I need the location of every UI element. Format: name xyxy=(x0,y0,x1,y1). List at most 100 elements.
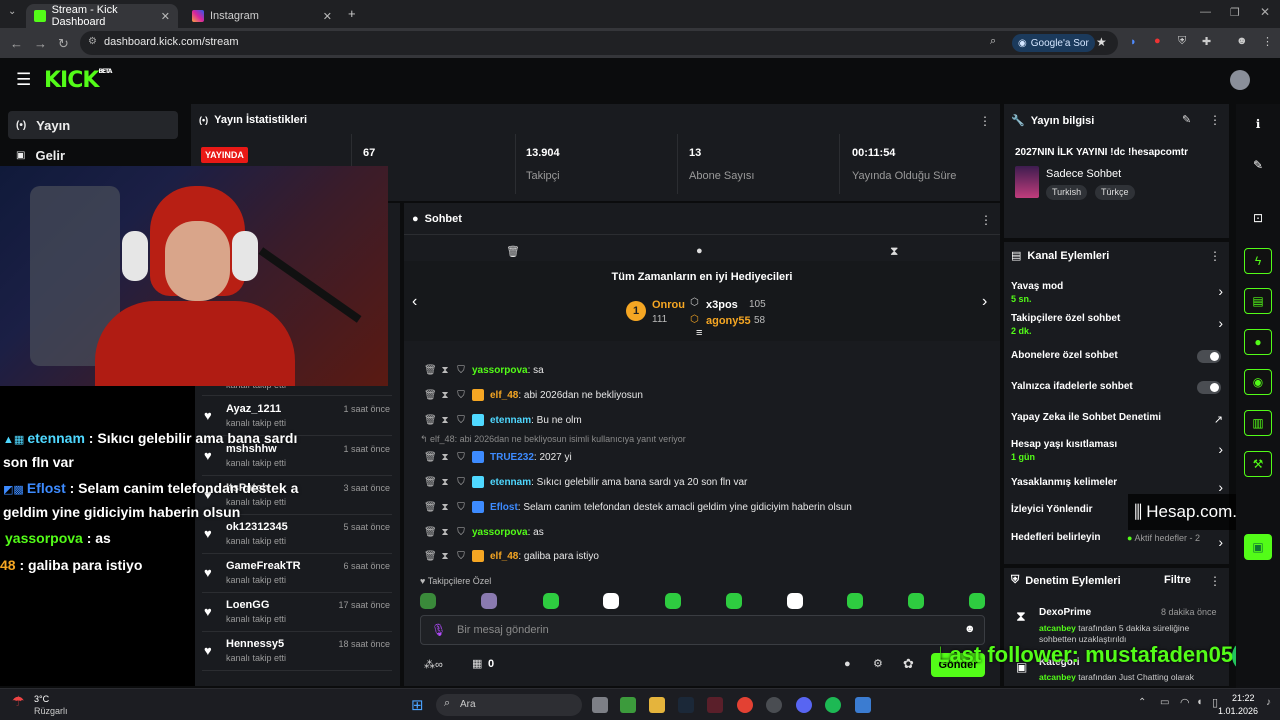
spotify-icon[interactable] xyxy=(825,697,841,713)
address-bar[interactable]: ⚙ dashboard.kick.com/stream ⌕ ◉ Google'a… xyxy=(80,31,1118,55)
mod-target-user[interactable]: DexoPrime xyxy=(1039,607,1091,618)
forward-icon[interactable]: → xyxy=(34,36,47,51)
chat-bubble-icon[interactable]: ● xyxy=(844,658,851,670)
ban-shield-icon[interactable]: ⛉ xyxy=(456,527,466,538)
points-icon[interactable]: ⁂∞ xyxy=(424,658,443,671)
hourglass-icon[interactable]: ⧗ xyxy=(890,244,898,259)
gifter-name[interactable]: x3pos xyxy=(706,299,738,311)
document-icon[interactable]: ▤ xyxy=(1244,288,1272,314)
bookmark-star-icon[interactable]: ★ xyxy=(1096,35,1107,49)
notification-bell-icon[interactable]: ♪ xyxy=(1266,697,1271,708)
chat-username[interactable]: TRUE232 xyxy=(490,452,534,463)
emote-icon[interactable] xyxy=(908,593,924,609)
gift-icon[interactable]: ▦ xyxy=(472,657,482,670)
chrome-icon[interactable] xyxy=(737,697,753,713)
site-info-icon[interactable]: ⚙ xyxy=(88,36,97,47)
emote-icon[interactable] xyxy=(787,593,803,609)
ban-shield-icon[interactable]: ⛉ xyxy=(456,502,466,513)
gifter-name[interactable]: Onrou xyxy=(652,299,685,311)
shield-icon[interactable]: ⛨ xyxy=(1178,35,1186,48)
microphone-icon[interactable]: 🎙 xyxy=(431,623,446,637)
more-options-icon[interactable]: ⋮ xyxy=(980,213,992,227)
banned-words-row[interactable]: Yasaklanmış kelimeler › xyxy=(1011,477,1223,495)
close-icon[interactable]: ✕ xyxy=(323,10,332,23)
tab-search-icon[interactable]: ⌄ xyxy=(8,6,16,17)
file-explorer-icon[interactable] xyxy=(649,697,665,713)
account-age-row[interactable]: Hesap yaşı kısıtlaması 1 gün › xyxy=(1011,439,1223,462)
emote-icon[interactable] xyxy=(969,593,985,609)
window-close-icon[interactable]: ✕ xyxy=(1260,5,1270,19)
follower-item[interactable]: ♥ GameFreakTR kanalı takip etti 6 saat önce xyxy=(200,557,392,593)
tab-instagram[interactable]: Instagram ✕ xyxy=(184,4,340,28)
lightning-icon[interactable]: ϟ xyxy=(1244,248,1272,274)
category-thumbnail[interactable] xyxy=(1015,166,1039,198)
category-name[interactable]: Sadece Sohbet xyxy=(1046,168,1121,180)
delete-message-icon[interactable]: 🗑 xyxy=(424,551,437,562)
chat-bubble-icon[interactable]: ● xyxy=(696,245,703,257)
youtube-extension-icon[interactable]: ● xyxy=(1154,35,1161,47)
taskbar-search[interactable]: ⌕ Ara xyxy=(436,694,582,716)
chevron-left-icon[interactable]: ‹ xyxy=(412,293,417,311)
broadcast-icon[interactable]: ◉ xyxy=(1244,369,1272,395)
goals-row[interactable]: Hedefleri belirleyin ● Aktif hedefler - … xyxy=(1011,532,1223,550)
steam-icon[interactable] xyxy=(678,697,694,713)
ai-moderation-row[interactable]: Yapay Zeka ile Sohbet Denetimi ↗ xyxy=(1011,412,1223,426)
gifter-name[interactable]: agony55 xyxy=(706,315,751,327)
tray-chevron-icon[interactable]: ⌃ xyxy=(1138,697,1146,708)
chat-username[interactable]: elf_48 xyxy=(490,551,518,562)
zoom-icon[interactable]: ⌕ xyxy=(990,35,996,48)
chat-username[interactable]: yassorpova xyxy=(472,365,528,376)
ban-shield-icon[interactable]: ⛉ xyxy=(456,390,466,401)
emote-icon[interactable] xyxy=(481,593,497,609)
emote-icon[interactable] xyxy=(603,593,619,609)
minimize-icon[interactable]: — xyxy=(1200,6,1211,18)
timeout-hourglass-icon[interactable]: ⧗ xyxy=(440,551,450,562)
ban-shield-icon[interactable]: ⛉ xyxy=(456,365,466,376)
chat-username[interactable]: Eflost xyxy=(490,502,518,513)
sidebar-item-gelir[interactable]: ▣ Gelir xyxy=(8,141,178,169)
timeout-hourglass-icon[interactable]: ⧗ xyxy=(440,452,450,463)
profile-icon[interactable]: ☻ xyxy=(1236,35,1248,47)
emote-icon[interactable] xyxy=(420,593,436,609)
chat-input[interactable]: 🎙 Bir mesaj gönderin ☻ xyxy=(420,615,985,645)
reload-icon[interactable]: ↻ xyxy=(58,36,69,52)
delete-message-icon[interactable]: 🗑 xyxy=(424,477,437,488)
app-icon[interactable] xyxy=(855,697,871,713)
slow-mode-row[interactable]: Yavaş mod 5 sn. › xyxy=(1011,281,1223,304)
more-options-icon[interactable]: ⋮ xyxy=(1209,574,1221,588)
followers-only-row[interactable]: Takipçilere özel sohbet 2 dk. › xyxy=(1011,313,1223,336)
info-icon[interactable]: ℹ xyxy=(1244,111,1272,137)
more-options-icon[interactable]: ⋮ xyxy=(1209,113,1221,127)
more-options-icon[interactable]: ⋮ xyxy=(1209,249,1221,263)
chat-username[interactable]: etennam xyxy=(490,477,531,488)
collapse-icon[interactable]: ≡ xyxy=(696,327,702,339)
delete-message-icon[interactable]: 🗑 xyxy=(424,452,437,463)
windows-start-icon[interactable]: ⊞ xyxy=(411,696,424,714)
chat-username[interactable]: yassorpova xyxy=(472,527,528,538)
filter-button[interactable]: Filtre xyxy=(1164,574,1191,586)
close-icon[interactable]: ✕ xyxy=(161,10,170,23)
follower-item[interactable]: ♥ Hennessy5 kanalı takip etti 18 saat önce xyxy=(200,635,392,671)
chat-username[interactable]: etennam xyxy=(490,415,531,426)
back-icon[interactable]: ← xyxy=(10,36,23,51)
sidebar-item-yayin[interactable]: (•) Yayın xyxy=(8,111,178,139)
task-view-icon[interactable] xyxy=(592,697,608,713)
mod-actor[interactable]: atcanbey xyxy=(1039,623,1076,633)
settings-gear-icon[interactable]: ⚙ xyxy=(873,657,883,670)
maximize-icon[interactable]: ❐ xyxy=(1230,6,1240,19)
extension-icon[interactable]: ◗ xyxy=(1130,36,1137,48)
discord-icon[interactable] xyxy=(796,697,812,713)
ban-shield-icon[interactable]: ⛉ xyxy=(456,452,466,463)
delete-message-icon[interactable]: 🗑 xyxy=(424,365,437,376)
tray-icon[interactable]: ▭ xyxy=(1160,697,1169,708)
focus-icon[interactable]: ⊡ xyxy=(1244,205,1272,231)
mod-actor[interactable]: atcanbey xyxy=(1039,672,1076,682)
emote-icon[interactable] xyxy=(665,593,681,609)
edit-pencil-icon[interactable]: ✎ xyxy=(1244,152,1272,178)
edit-pencil-icon[interactable]: ✎ xyxy=(1182,113,1191,126)
wifi-icon[interactable]: ◠ xyxy=(1180,696,1190,709)
delete-message-icon[interactable]: 🗑 xyxy=(424,527,437,538)
app-icon[interactable]: ▣ xyxy=(1244,534,1272,560)
chevron-right-icon[interactable]: › xyxy=(982,293,987,311)
timeout-hourglass-icon[interactable]: ⧗ xyxy=(440,415,450,426)
